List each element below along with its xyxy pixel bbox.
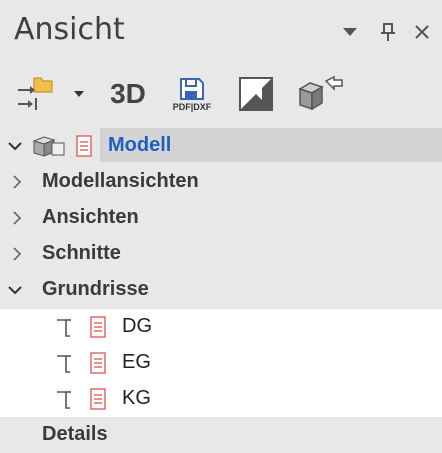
tree-item-floor-plan[interactable]: DG	[0, 309, 442, 345]
tree-group-label: Modellansichten	[42, 170, 199, 192]
sheet-icon	[90, 352, 106, 374]
floor-plan-icon	[57, 391, 71, 409]
sheet-icon	[90, 388, 106, 410]
sheet-icon	[76, 135, 92, 157]
close-icon	[415, 25, 429, 39]
chevron-right-icon	[13, 211, 22, 225]
chevron-down-icon	[8, 286, 22, 295]
tree-group-grundrisse[interactable]: Grundrisse	[0, 272, 442, 308]
tree-group-label: Grundrisse	[42, 278, 149, 300]
floor-plan-label: KG	[122, 387, 151, 409]
tree-item-floor-plan[interactable]: KG	[0, 381, 442, 417]
tree-group-label: Schnitte	[42, 242, 121, 264]
expand-toggle[interactable]	[10, 211, 24, 225]
export-pdf-dxf-button[interactable]: PDF|DXF	[164, 72, 220, 116]
dropdown-arrow-icon	[74, 91, 84, 97]
expand-toggle[interactable]	[8, 283, 22, 297]
model-back-arrow-icon	[298, 75, 343, 111]
panel-menu-button[interactable]	[338, 20, 362, 44]
tree-group-ansichten[interactable]: Ansichten	[0, 200, 442, 236]
pdf-dxf-label: PDF|DXF	[172, 101, 212, 112]
tree-group-label: Details	[42, 423, 108, 445]
view-3d-label: 3D	[110, 78, 146, 109]
floor-plan-label: EG	[122, 351, 151, 373]
floor-plan-icon	[57, 355, 71, 373]
expand-toggle[interactable]	[10, 175, 24, 189]
tree-group-label: Ansichten	[42, 206, 139, 228]
view-3d-button[interactable]: 3D	[104, 72, 152, 116]
expand-toggle[interactable]	[8, 139, 22, 153]
tree-item-label: Modell	[108, 134, 172, 156]
tree-item-floor-plan[interactable]: EG	[0, 345, 442, 381]
chevron-right-icon	[13, 247, 22, 261]
contrast-icon	[239, 77, 273, 111]
import-folder-icon	[18, 77, 53, 110]
close-button[interactable]	[410, 20, 434, 44]
tree-item-modell[interactable]: Modell	[0, 128, 442, 164]
import-dropdown-button[interactable]	[70, 72, 88, 116]
pin-icon	[381, 23, 395, 41]
tree-group-details[interactable]: Details	[0, 417, 442, 453]
model-arrow-button[interactable]	[294, 72, 346, 116]
tree-group-schnitte[interactable]: Schnitte	[0, 236, 442, 272]
floppy-disk-icon	[180, 77, 204, 100]
expand-toggle[interactable]	[10, 247, 24, 261]
panel-title: Ansicht	[14, 12, 125, 47]
floor-plan-icon	[57, 319, 71, 337]
tree-group-modellansichten[interactable]: Modellansichten	[0, 164, 442, 200]
display-mode-button[interactable]	[234, 72, 278, 116]
view-toolbar: 3D PDF|DXF	[0, 66, 442, 124]
building-model-icon	[32, 136, 65, 157]
sheet-icon	[90, 316, 106, 338]
chevron-down-icon	[8, 142, 22, 151]
chevron-down-icon	[343, 28, 357, 36]
floor-plan-label: DG	[122, 315, 152, 337]
panel-titlebar: Ansicht	[0, 0, 442, 62]
chevron-right-icon	[13, 175, 22, 189]
pin-button[interactable]	[376, 20, 400, 44]
import-button[interactable]	[10, 72, 60, 116]
